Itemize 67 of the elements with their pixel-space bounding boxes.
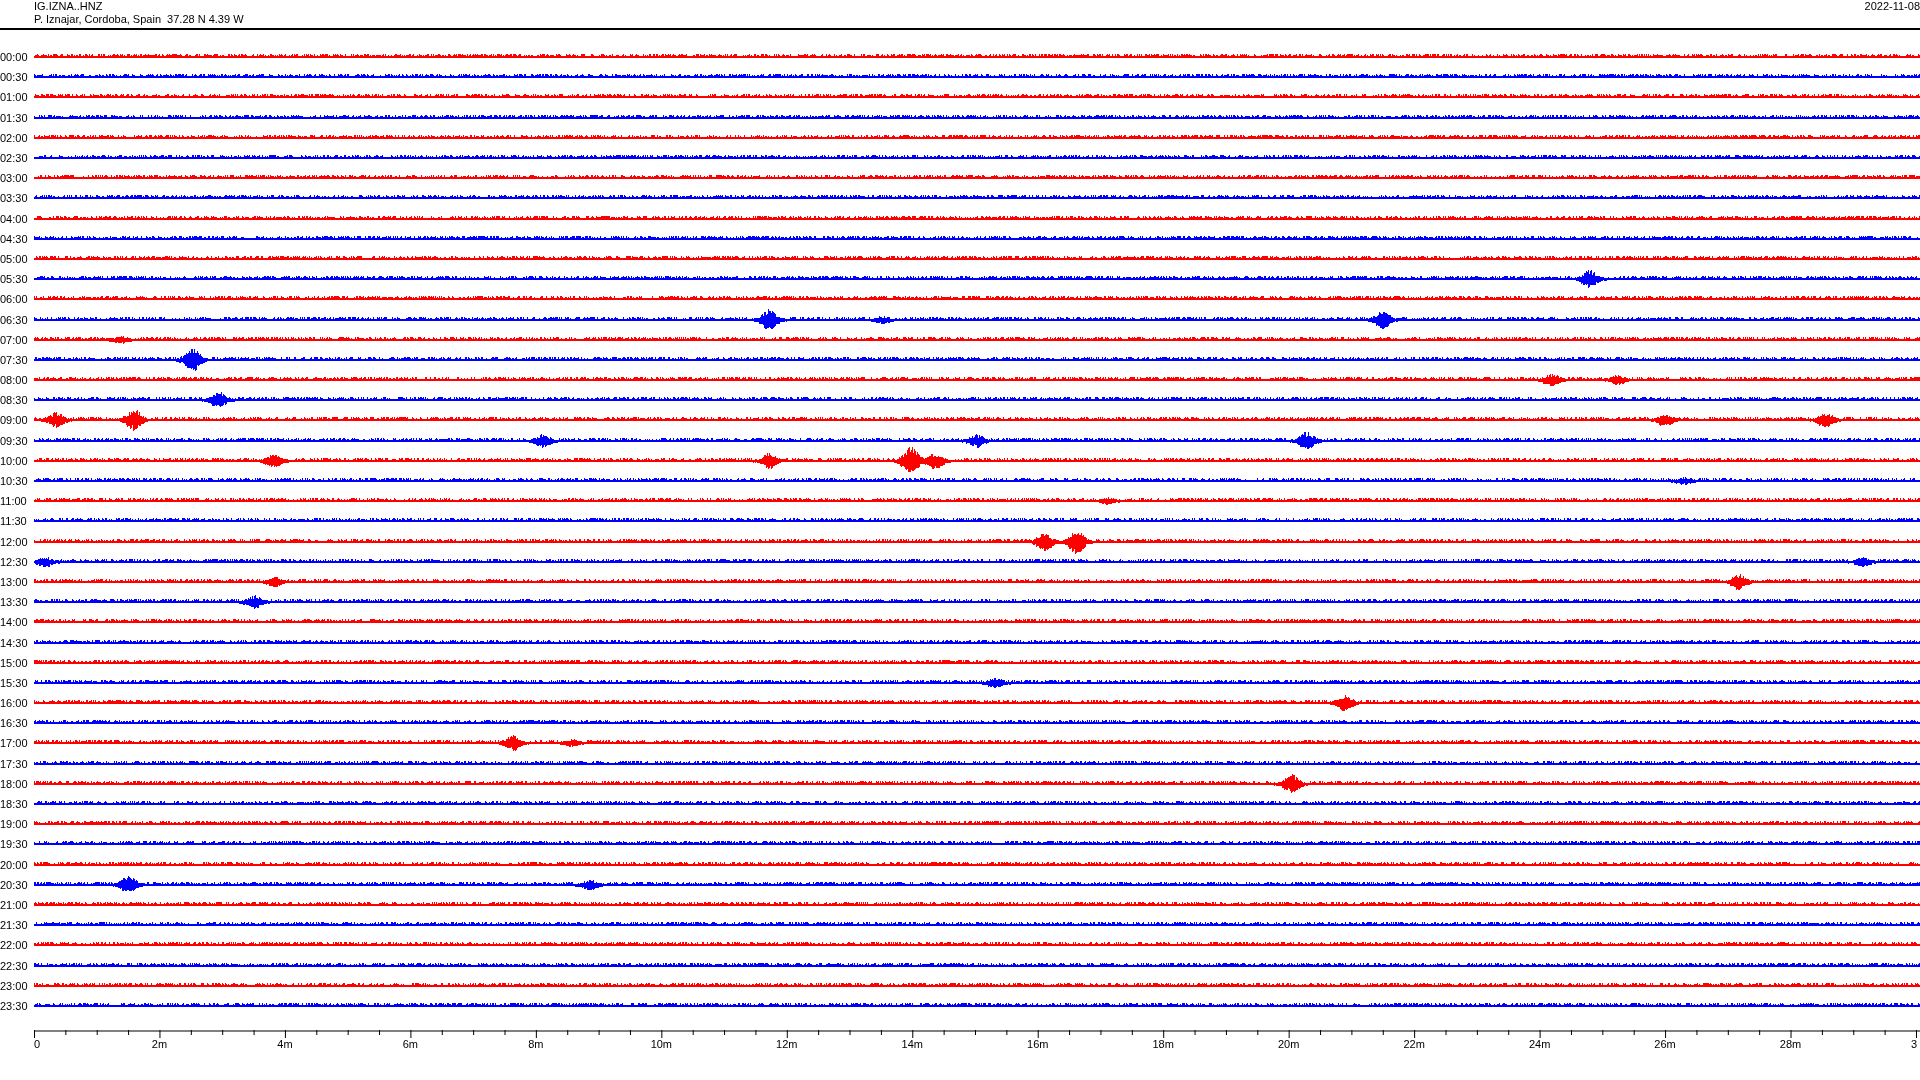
hour-label: 11:00 (0, 495, 28, 508)
hour-label: 01:30 (0, 111, 29, 124)
hour-label: 05:30 (0, 273, 29, 286)
hour-label: 17:30 (0, 757, 29, 770)
hour-label: 17:00 (0, 737, 29, 750)
axis-label: 14m (901, 1038, 923, 1051)
hour-label: 22:00 (0, 939, 29, 952)
hour-label: 00:00 (0, 51, 29, 64)
hour-label: 12:00 (0, 535, 29, 548)
hour-label: 16:00 (0, 697, 29, 710)
hour-label: 15:30 (0, 676, 29, 689)
hour-label: 15:00 (0, 656, 29, 669)
axis-label: 28m (1779, 1038, 1802, 1051)
axis-label: 6m (402, 1038, 419, 1051)
hour-label: 02:30 (0, 152, 29, 165)
axis-label: 18m (1152, 1038, 1174, 1051)
hour-label: 23:30 (0, 999, 29, 1012)
hour-label: 05:00 (0, 252, 29, 265)
hour-label: 01:00 (0, 91, 29, 104)
hour-label: 00:30 (0, 71, 29, 84)
axis-label: 22m (1403, 1038, 1425, 1051)
hour-label: 20:30 (0, 878, 29, 891)
axis-label: 10m (650, 1038, 673, 1051)
hour-label: 20:00 (0, 858, 29, 871)
hour-label: 08:00 (0, 374, 29, 387)
station-code: IG.IZNA..HNZ (34, 0, 104, 13)
hour-label: 13:00 (0, 575, 29, 588)
hour-label: 08:30 (0, 394, 29, 407)
axis-label: 16m (1027, 1038, 1049, 1051)
axis-label: 12m (776, 1038, 798, 1051)
axis-label: 24m (1528, 1038, 1551, 1051)
hour-label: 04:30 (0, 232, 29, 245)
hour-label: 22:30 (0, 959, 29, 972)
hour-label: 10:30 (0, 475, 29, 488)
axis-label: 4m (277, 1038, 293, 1051)
hour-label: 04:00 (0, 212, 29, 225)
hour-label: 23:00 (0, 979, 29, 992)
hour-label: 19:30 (0, 838, 29, 851)
hour-label: 14:00 (0, 616, 29, 629)
hour-label: 03:30 (0, 192, 29, 205)
station-location: P. Iznajar, Cordoba, Spain 37.28 N 4.39 W (34, 13, 244, 26)
hour-label: 11:30 (0, 515, 28, 528)
hour-label: 14:30 (0, 636, 29, 649)
hour-label: 07:30 (0, 353, 29, 366)
axis-label: 26m (1654, 1038, 1676, 1051)
axis-label: 8m (528, 1038, 544, 1051)
hour-label: 13:30 (0, 596, 29, 609)
hour-label: 03:00 (0, 172, 29, 185)
axis-label: 20m (1277, 1038, 1300, 1051)
hour-label: 02:00 (0, 131, 29, 144)
hour-label: 18:00 (0, 777, 29, 790)
axis-label: 0 (34, 1038, 41, 1051)
hour-label: 10:00 (0, 454, 29, 467)
axis-label: 2m (151, 1038, 168, 1051)
axis-label: 3 (1910, 1038, 1918, 1051)
date-label: 2022-11-08 (1864, 0, 1920, 14)
hour-label: 07:00 (0, 333, 29, 346)
hour-label: 18:30 (0, 798, 29, 811)
hour-label: 09:00 (0, 414, 29, 427)
hour-label: 09:30 (0, 434, 29, 447)
hour-label: 12:30 (0, 555, 29, 568)
hour-label: 06:30 (0, 313, 29, 326)
hour-label: 21:00 (0, 898, 29, 911)
hour-label: 16:30 (0, 717, 29, 730)
hour-label: 21:30 (0, 919, 29, 932)
hour-label: 19:00 (0, 818, 29, 831)
hour-label: 06:00 (0, 293, 29, 306)
